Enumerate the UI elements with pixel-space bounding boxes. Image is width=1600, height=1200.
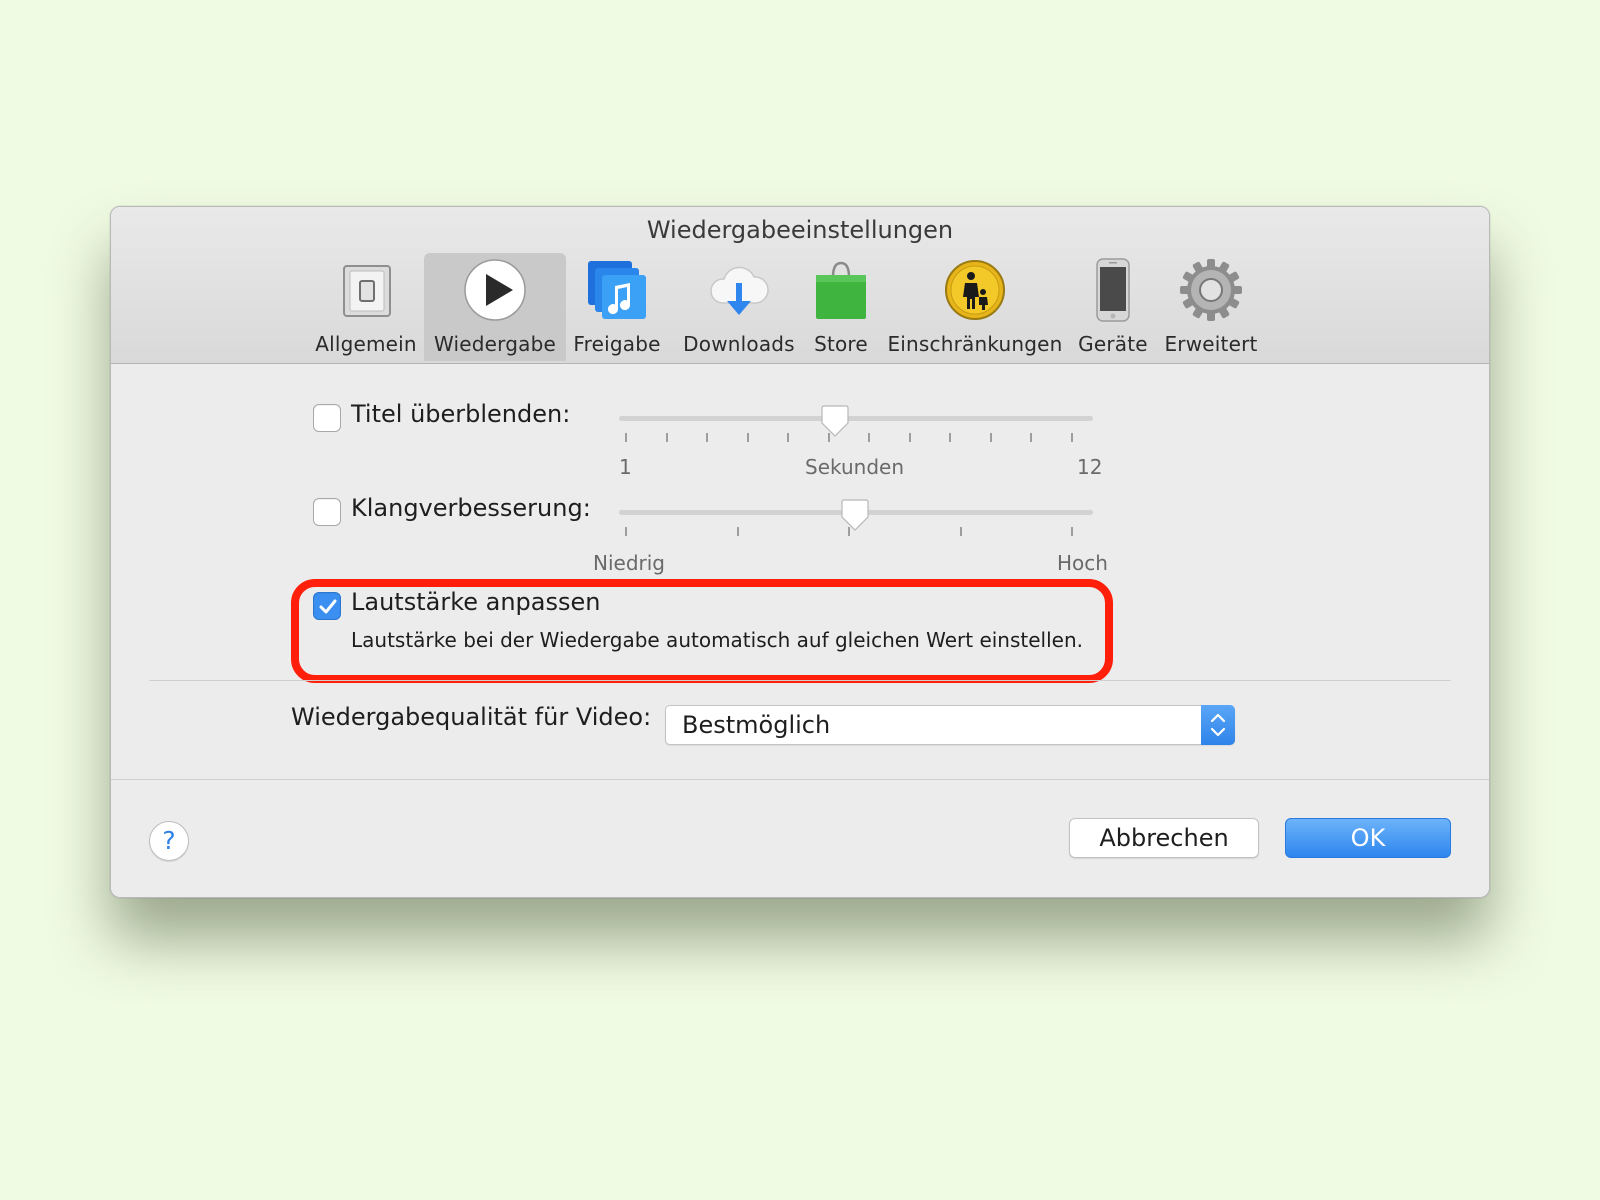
tab-label: Einschränkungen xyxy=(887,332,1063,356)
tab-einschraenkungen[interactable]: Einschränkungen xyxy=(885,253,1065,361)
sound-enhancer-max-label: Hoch xyxy=(1057,551,1108,575)
slider-tick xyxy=(989,433,992,442)
slider-tick xyxy=(625,527,627,536)
tab-allgemein[interactable]: Allgemein xyxy=(313,253,419,361)
tab-label: Erweitert xyxy=(1164,332,1258,356)
play-icon xyxy=(462,257,528,323)
slider-tick xyxy=(949,433,952,442)
help-button[interactable]: ? xyxy=(149,821,189,861)
crossfade-slider-thumb[interactable] xyxy=(820,405,850,441)
crossfade-checkbox[interactable] xyxy=(313,404,341,432)
video-quality-value: Bestmöglich xyxy=(682,711,831,739)
crossfade-unit-label: Sekunden xyxy=(805,455,904,479)
section-divider xyxy=(149,680,1451,681)
slider-tick xyxy=(959,527,962,536)
slider-tick xyxy=(908,433,911,442)
tab-downloads[interactable]: Downloads xyxy=(679,253,799,361)
slider-tick xyxy=(625,433,627,442)
tab-label: Downloads xyxy=(683,332,795,356)
ok-button[interactable]: OK xyxy=(1285,818,1451,858)
chevron-up-down-icon[interactable] xyxy=(1201,705,1235,745)
switch-icon xyxy=(333,257,399,323)
sound-enhancer-label: Klangverbesserung: xyxy=(351,494,591,522)
window-title: Wiedergabeeinstellungen xyxy=(646,216,954,244)
cancel-button[interactable]: Abbrechen xyxy=(1069,818,1259,858)
window-titlebar: Wiedergabeeinstellungen Allgemein Wieder… xyxy=(111,207,1489,364)
tab-geraete[interactable]: Geräte xyxy=(1073,253,1153,361)
slider-tick xyxy=(1030,433,1033,442)
music-library-icon xyxy=(584,257,650,323)
parental-controls-icon xyxy=(942,257,1008,323)
slider-tick xyxy=(787,433,790,442)
slider-tick xyxy=(746,433,749,442)
tab-label: Wiedergabe xyxy=(433,332,557,356)
slider-tick xyxy=(868,433,871,442)
crossfade-label: Titel überblenden: xyxy=(351,400,571,428)
preferences-window: Wiedergabeeinstellungen Allgemein Wieder… xyxy=(110,206,1490,898)
crossfade-min-label: 1 xyxy=(619,455,632,479)
video-quality-select[interactable]: Bestmöglich xyxy=(665,705,1235,745)
slider-tick xyxy=(706,433,709,442)
sound-enhancer-slider-thumb[interactable] xyxy=(840,499,870,535)
slider-tick xyxy=(665,433,668,442)
crossfade-slider-track[interactable] xyxy=(619,416,1093,421)
tab-label: Freigabe xyxy=(573,332,661,356)
slider-tick xyxy=(736,527,739,536)
shopping-bag-icon xyxy=(808,257,874,323)
tab-label: Store xyxy=(814,332,868,356)
crossfade-max-label: 12 xyxy=(1077,455,1103,479)
slider-tick xyxy=(1071,433,1073,442)
annotation-highlight-box xyxy=(291,579,1113,683)
footer-divider xyxy=(111,779,1489,780)
sound-enhancer-checkbox[interactable] xyxy=(313,498,341,526)
tab-label: Allgemein xyxy=(315,332,417,356)
tab-label: Geräte xyxy=(1078,332,1148,356)
tab-wiedergabe[interactable]: Wiedergabe xyxy=(424,253,566,361)
slider-tick xyxy=(1071,527,1073,536)
iphone-icon xyxy=(1080,257,1146,323)
tab-erweitert[interactable]: Erweitert xyxy=(1161,253,1261,361)
sound-enhancer-min-label: Niedrig xyxy=(593,551,665,575)
tab-store[interactable]: Store xyxy=(807,253,875,361)
gear-icon xyxy=(1178,257,1244,323)
tab-freigabe[interactable]: Freigabe xyxy=(567,253,667,361)
cloud-download-icon xyxy=(706,257,772,323)
video-quality-label: Wiedergabequalität für Video: xyxy=(291,703,652,731)
